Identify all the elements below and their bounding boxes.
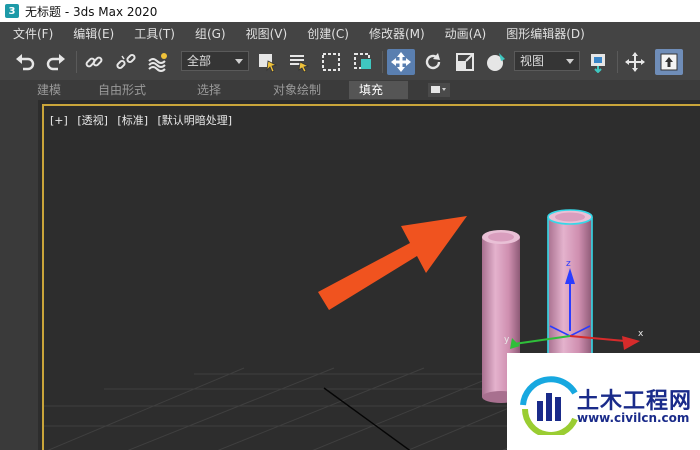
left-panel bbox=[0, 100, 40, 450]
menu-tools[interactable]: 工具(T) bbox=[124, 25, 185, 42]
window-crossing-icon[interactable] bbox=[349, 49, 377, 75]
ribbon-tab-selection[interactable]: 选择 bbox=[187, 81, 231, 99]
select-and-manipulate-icon[interactable] bbox=[621, 49, 649, 75]
menu-modifiers[interactable]: 修改器(M) bbox=[359, 25, 435, 42]
select-and-rotate-icon[interactable] bbox=[419, 49, 447, 75]
toolbar-separator bbox=[76, 51, 77, 73]
menu-animation[interactable]: 动画(A) bbox=[435, 25, 497, 42]
select-and-move-icon[interactable] bbox=[387, 49, 415, 75]
menu-file[interactable]: 文件(F) bbox=[0, 25, 63, 42]
gizmo-x-label: x bbox=[638, 329, 644, 339]
select-object-icon[interactable] bbox=[253, 49, 281, 75]
selection-filter-value: 全部 bbox=[187, 54, 212, 68]
chevron-down-icon bbox=[235, 59, 243, 64]
toolbar-separator bbox=[382, 51, 383, 73]
ribbon-tabs: 建模 自由形式 选择 对象绘制 填充 bbox=[0, 80, 700, 100]
menu-create[interactable]: 创建(C) bbox=[297, 25, 359, 42]
snaps-toggle-icon[interactable] bbox=[655, 49, 683, 75]
window-title: 无标题 - 3ds Max 2020 bbox=[25, 4, 158, 19]
orange-arrow-annotation bbox=[318, 216, 467, 310]
watermark-logo-icon bbox=[520, 376, 578, 435]
main-toolbar: 全部 视图 bbox=[0, 44, 700, 81]
menu-group[interactable]: 组(G) bbox=[185, 25, 236, 42]
unlink-icon[interactable] bbox=[112, 49, 140, 75]
watermark: 土木工程网 www.civilcn.com bbox=[507, 353, 700, 450]
ribbon-tab-populate[interactable]: 填充 bbox=[349, 81, 408, 99]
reference-coordinate-dropdown[interactable]: 视图 bbox=[514, 51, 580, 71]
rectangular-selection-icon[interactable] bbox=[317, 49, 345, 75]
menu-bar: 文件(F) 编辑(E) 工具(T) 组(G) 视图(V) 创建(C) 修改器(M… bbox=[0, 22, 700, 44]
menu-edit[interactable]: 编辑(E) bbox=[63, 25, 124, 42]
app-logo-icon: 3 bbox=[5, 4, 19, 18]
selection-filter-dropdown[interactable]: 全部 bbox=[181, 51, 249, 71]
bind-space-warp-icon[interactable] bbox=[144, 49, 172, 75]
select-and-scale-icon[interactable] bbox=[451, 49, 479, 75]
ribbon-tab-modeling[interactable]: 建模 bbox=[27, 81, 71, 99]
menu-graph-editors[interactable]: 图形编辑器(D) bbox=[496, 25, 595, 42]
use-pivot-icon[interactable] bbox=[585, 49, 613, 75]
redo-icon[interactable] bbox=[42, 49, 70, 75]
link-icon[interactable] bbox=[80, 49, 108, 75]
undo-icon[interactable] bbox=[11, 49, 39, 75]
reference-coordinate-value: 视图 bbox=[520, 54, 545, 68]
ribbon-options-button[interactable] bbox=[428, 83, 450, 97]
select-by-name-icon[interactable] bbox=[285, 49, 313, 75]
toolbar-separator bbox=[617, 51, 618, 73]
gizmo-y-label: y bbox=[504, 335, 510, 345]
gizmo-z-label: z bbox=[566, 259, 571, 269]
ribbon-tab-object-paint[interactable]: 对象绘制 bbox=[263, 81, 331, 99]
title-bar: 3 无标题 - 3ds Max 2020 bbox=[0, 0, 700, 22]
ribbon-tab-freeform[interactable]: 自由形式 bbox=[88, 81, 156, 99]
panel-divider bbox=[38, 100, 40, 450]
select-and-place-icon[interactable] bbox=[483, 49, 511, 75]
menu-view[interactable]: 视图(V) bbox=[236, 25, 298, 42]
watermark-url: www.civilcn.com bbox=[577, 411, 690, 425]
chevron-down-icon bbox=[566, 59, 574, 64]
